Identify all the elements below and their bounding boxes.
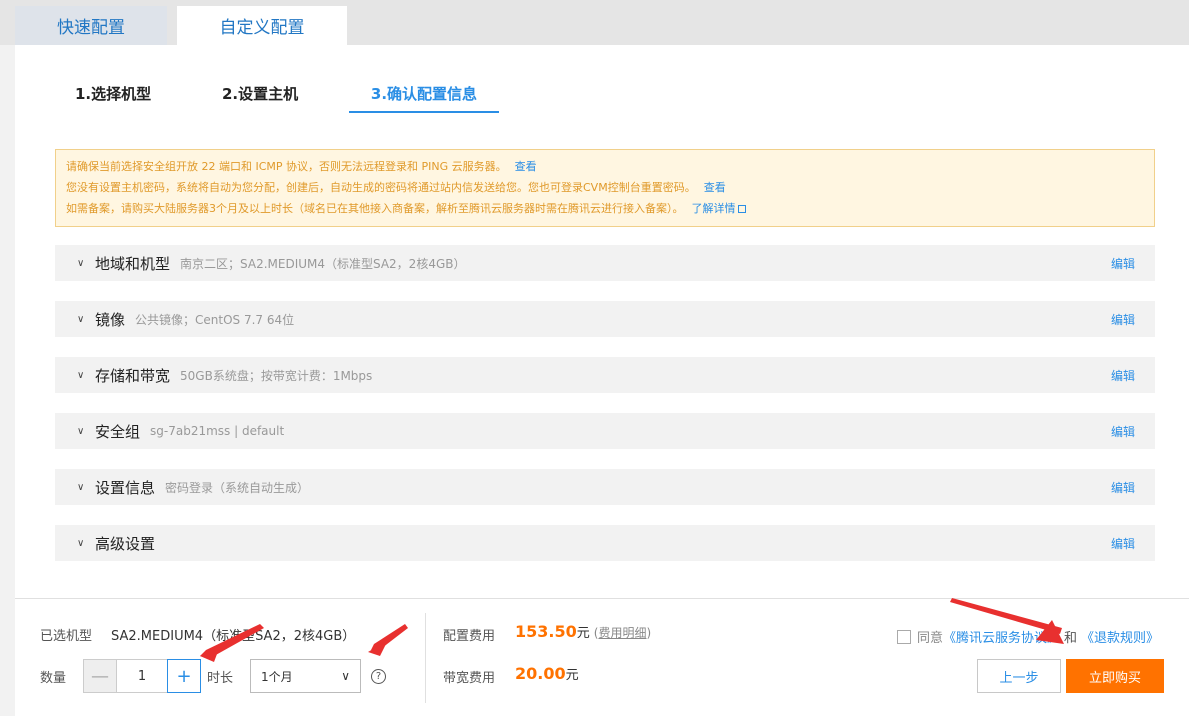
chevron-down-icon: ∨ — [77, 369, 85, 381]
edit-link[interactable]: 编辑 — [1111, 255, 1135, 272]
chevron-down-icon: ∨ — [77, 425, 85, 437]
step-select-model[interactable]: 1.选择机型 — [75, 83, 151, 113]
bandwidth-fee-unit: 元 — [565, 668, 579, 683]
row-title: 高级设置 — [95, 534, 156, 553]
edit-link[interactable]: 编辑 — [1111, 479, 1135, 496]
agreement: 同意 《腾讯云服务协议》 和 《退款规则》 — [897, 627, 1159, 646]
refund-rules-link[interactable]: 《退款规则》 — [1081, 627, 1159, 646]
chevron-down-icon: ∨ — [77, 481, 85, 493]
row-desc: 公共镜像；CentOS 7.7 64位 — [135, 312, 295, 327]
quantity-minus-button[interactable]: — — [83, 659, 117, 693]
bandwidth-fee-label: 带宽费用 — [443, 671, 496, 686]
fee-detail-link[interactable]: (费用明细) — [594, 626, 651, 640]
buy-now-button[interactable]: 立即购买 — [1066, 659, 1164, 693]
row-desc: 50GB系统盘；按带宽计费：1Mbps — [180, 368, 373, 383]
config-fee-unit: 元 — [576, 626, 590, 641]
notice-box: 请确保当前选择安全组开放 22 端口和 ICMP 协议，否则无法远程登录和 PI… — [55, 149, 1155, 227]
row-desc: sg-7ab21mss | default — [150, 424, 285, 438]
config-row-security-group[interactable]: ∨ 安全组 sg-7ab21mss | default 编辑 — [55, 413, 1155, 449]
duration-select[interactable]: 1个月 ∨ — [250, 659, 361, 693]
step-confirm-config[interactable]: 3.确认配置信息 — [349, 83, 499, 113]
chevron-down-icon: ∨ — [341, 669, 350, 683]
bandwidth-fee: 20.00元 — [515, 664, 579, 683]
agree-text: 同意 — [917, 631, 944, 646]
row-title: 设置信息 — [95, 478, 156, 497]
row-title: 存储和带宽 — [95, 366, 171, 385]
notice-line-3: 如需备案，请购买大陆服务器3个月及以上时长（域名已在其他接入商备案，解析至腾讯云… — [66, 198, 1144, 219]
edit-link[interactable]: 编辑 — [1111, 535, 1135, 552]
row-desc: 密码登录（系统自动生成） — [165, 480, 310, 495]
notice-text: 如需备案，请购买大陆服务器3个月及以上时长（域名已在其他接入商备案，解析至腾讯云… — [66, 202, 684, 215]
notice-text: 请确保当前选择安全组开放 22 端口和 ICMP 协议，否则无法远程登录和 PI… — [66, 160, 507, 173]
config-row-image[interactable]: ∨ 镜像 公共镜像；CentOS 7.7 64位 编辑 — [55, 301, 1155, 337]
selected-model-label: 已选机型 — [40, 629, 93, 644]
row-title: 地域和机型 — [95, 254, 171, 273]
row-desc: 南京二区；SA2.MEDIUM4（标准型SA2，2核4GB） — [180, 256, 466, 271]
edit-link[interactable]: 编辑 — [1111, 423, 1135, 440]
learn-more-label: 了解详情 — [691, 202, 736, 215]
row-title: 安全组 — [95, 422, 141, 441]
notice-line-2: 您没有设置主机密码，系统将自动为您分配，创建后，自动生成的密码将通过站内信发送给… — [66, 177, 1144, 198]
config-fee-value: 153.50 — [515, 622, 577, 641]
bandwidth-fee-value: 20.00 — [515, 664, 566, 683]
chevron-down-icon: ∨ — [77, 537, 85, 549]
notice-view-link[interactable]: 查看 — [515, 160, 537, 173]
config-row-storage[interactable]: ∨ 存储和带宽 50GB系统盘；按带宽计费：1Mbps 编辑 — [55, 357, 1155, 393]
config-row-settings[interactable]: ∨ 设置信息 密码登录（系统自动生成） 编辑 — [55, 469, 1155, 505]
prev-step-button[interactable]: 上一步 — [977, 659, 1061, 693]
config-row-advanced[interactable]: ∨ 高级设置 编辑 — [55, 525, 1155, 561]
tab-quick-config[interactable]: 快速配置 — [15, 6, 167, 45]
chevron-down-icon: ∨ — [77, 257, 85, 269]
help-icon[interactable]: ? — [371, 669, 386, 684]
selected-model-value: SA2.MEDIUM4（标准型SA2，2核4GB） — [111, 629, 356, 644]
main-panel: 1.选择机型 2.设置主机 3.确认配置信息 请确保当前选择安全组开放 22 端… — [15, 45, 1189, 598]
step-nav: 1.选择机型 2.设置主机 3.确认配置信息 — [15, 45, 1189, 115]
config-fee-label: 配置费用 — [443, 629, 496, 644]
quantity-plus-button[interactable]: + — [167, 659, 201, 693]
quantity-input[interactable]: 1 — [117, 659, 167, 693]
fee-detail-label: 费用明细 — [598, 626, 647, 640]
config-fee: 153.50元 (费用明细) — [515, 622, 651, 641]
notice-view-link[interactable]: 查看 — [704, 181, 726, 194]
tab-custom-config[interactable]: 自定义配置 — [177, 6, 347, 45]
top-tab-bar: 快速配置 自定义配置 — [0, 0, 1189, 45]
edit-link[interactable]: 编辑 — [1111, 311, 1135, 328]
step-setup-host[interactable]: 2.设置主机 — [222, 83, 298, 113]
quantity-label: 数量 — [40, 671, 67, 686]
external-link-icon — [737, 205, 746, 213]
agree-checkbox[interactable] — [897, 629, 911, 644]
order-footer: 已选机型 SA2.MEDIUM4（标准型SA2，2核4GB） 数量 — 1 + … — [15, 598, 1189, 716]
service-agreement-link[interactable]: 《腾讯云服务协议》 — [943, 627, 1060, 646]
notice-text: 您没有设置主机密码，系统将自动为您分配，创建后，自动生成的密码将通过站内信发送给… — [66, 181, 696, 194]
notice-line-1: 请确保当前选择安全组开放 22 端口和 ICMP 协议，否则无法远程登录和 PI… — [66, 156, 1144, 177]
agree-and-text: 和 — [1064, 631, 1078, 646]
config-row-region[interactable]: ∨ 地域和机型 南京二区；SA2.MEDIUM4（标准型SA2，2核4GB） 编… — [55, 245, 1155, 281]
chevron-down-icon: ∨ — [77, 313, 85, 325]
row-title: 镜像 — [95, 310, 126, 329]
duration-value: 1个月 — [261, 669, 293, 684]
learn-more-link[interactable]: 了解详情 — [692, 202, 746, 215]
duration-label: 时长 — [207, 671, 234, 686]
footer-divider — [425, 613, 426, 703]
quantity-stepper: — 1 + — [83, 659, 201, 693]
edit-link[interactable]: 编辑 — [1111, 367, 1135, 384]
